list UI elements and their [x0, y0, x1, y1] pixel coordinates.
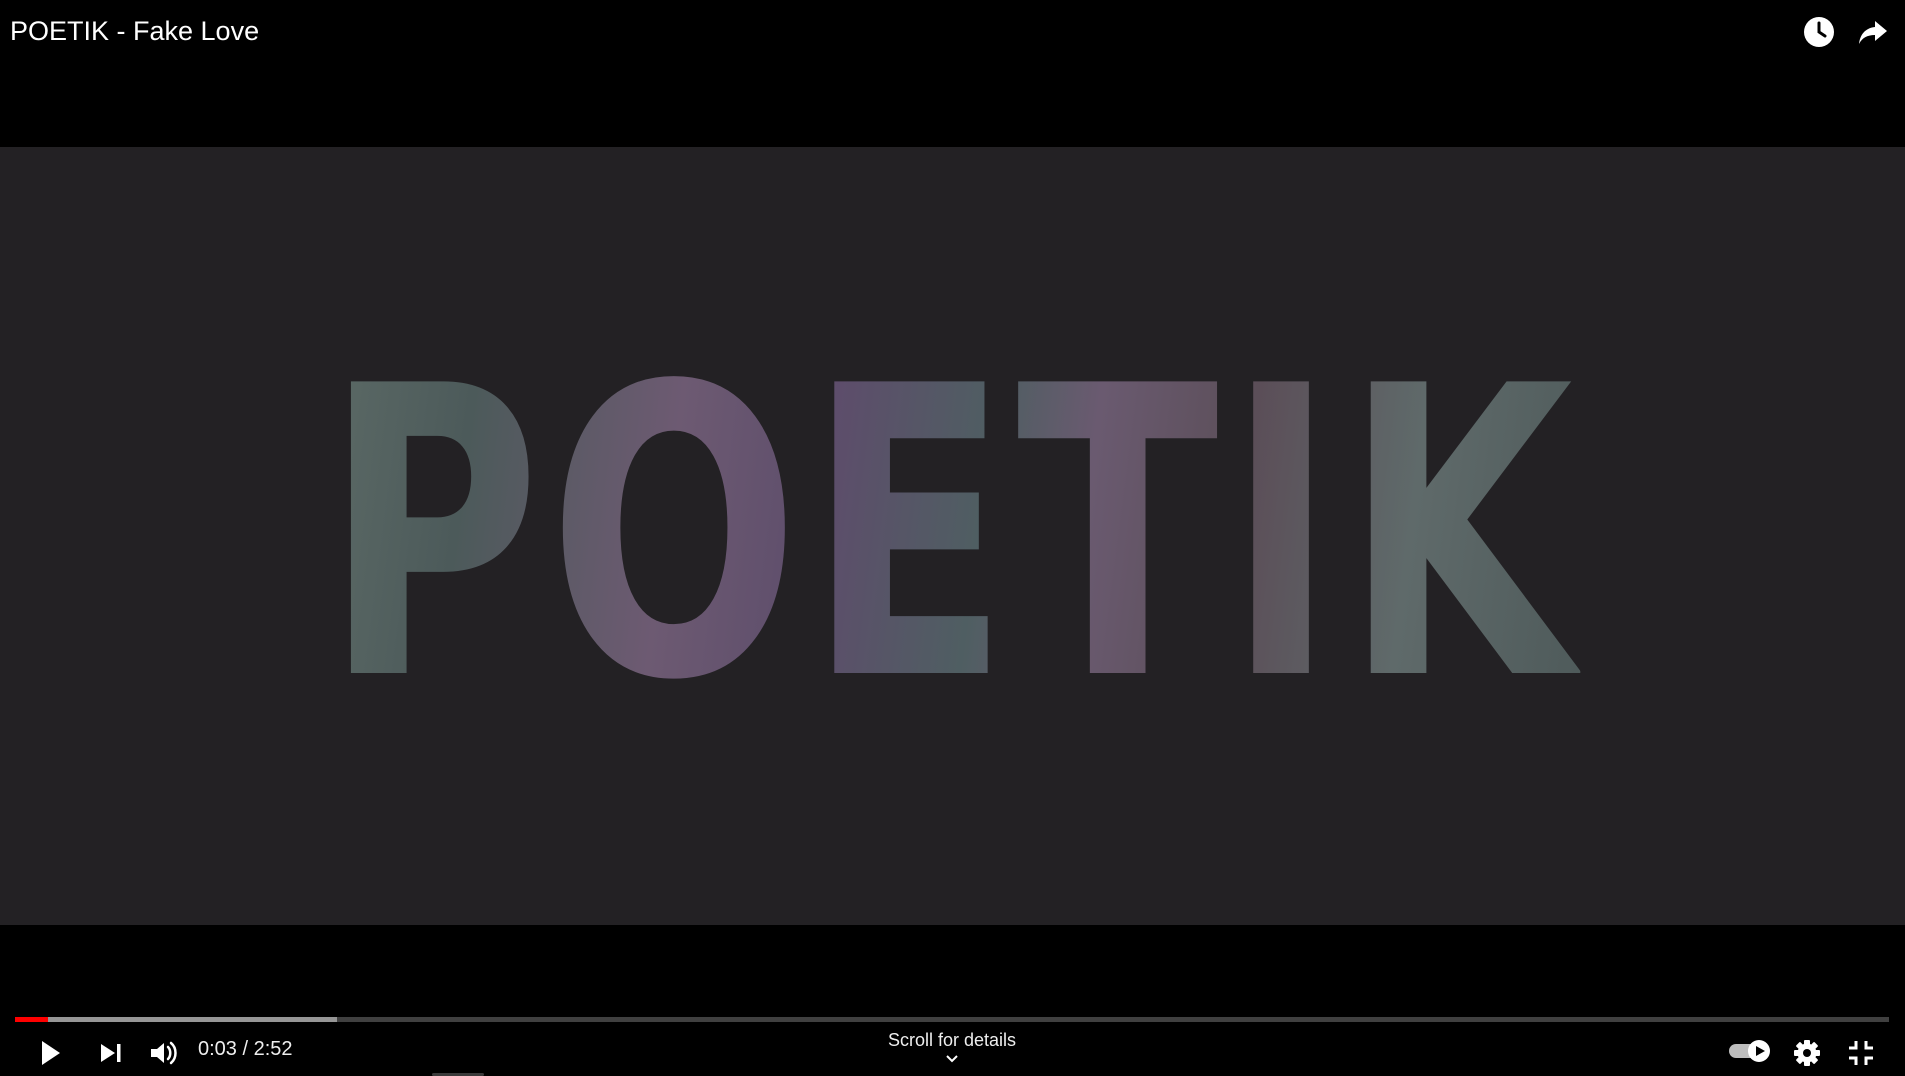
autoplay-toggle-icon	[1729, 1040, 1770, 1062]
play-button[interactable]	[32, 1035, 68, 1071]
gear-icon	[1794, 1040, 1820, 1066]
video-title[interactable]: POETIK - Fake Love	[10, 16, 259, 47]
play-icon	[42, 1041, 60, 1065]
time-display: 0:03 / 2:52	[198, 1038, 293, 1060]
volume-icon	[151, 1041, 177, 1065]
progress-buffered	[15, 1017, 338, 1022]
progress-bar[interactable]	[15, 1017, 1889, 1022]
volume-button[interactable]	[146, 1035, 182, 1071]
exit-fullscreen-button[interactable]	[1843, 1035, 1879, 1071]
next-button[interactable]	[93, 1035, 129, 1071]
autoplay-toggle[interactable]	[1728, 1039, 1774, 1063]
progress-played	[15, 1017, 48, 1022]
top-bar: POETIK - Fake Love	[0, 0, 1905, 66]
poetik-logo-text: POETIK	[324, 303, 1581, 768]
exit-fullscreen-icon	[1849, 1041, 1873, 1065]
scroll-for-details-button[interactable]: Scroll for details	[852, 1030, 1052, 1065]
scroll-for-details-label: Scroll for details	[887, 1030, 1017, 1050]
settings-button[interactable]	[1789, 1035, 1825, 1071]
clock-icon	[1804, 17, 1834, 47]
chevron-down-icon	[946, 1055, 958, 1063]
share-arrow-icon	[1859, 21, 1887, 44]
video-frame-overlay: POETIK	[0, 147, 1905, 925]
video-frame[interactable]: POETIK	[0, 147, 1905, 925]
next-icon	[101, 1044, 121, 1062]
watch-later-button[interactable]	[1801, 14, 1837, 50]
share-button[interactable]	[1855, 14, 1891, 50]
